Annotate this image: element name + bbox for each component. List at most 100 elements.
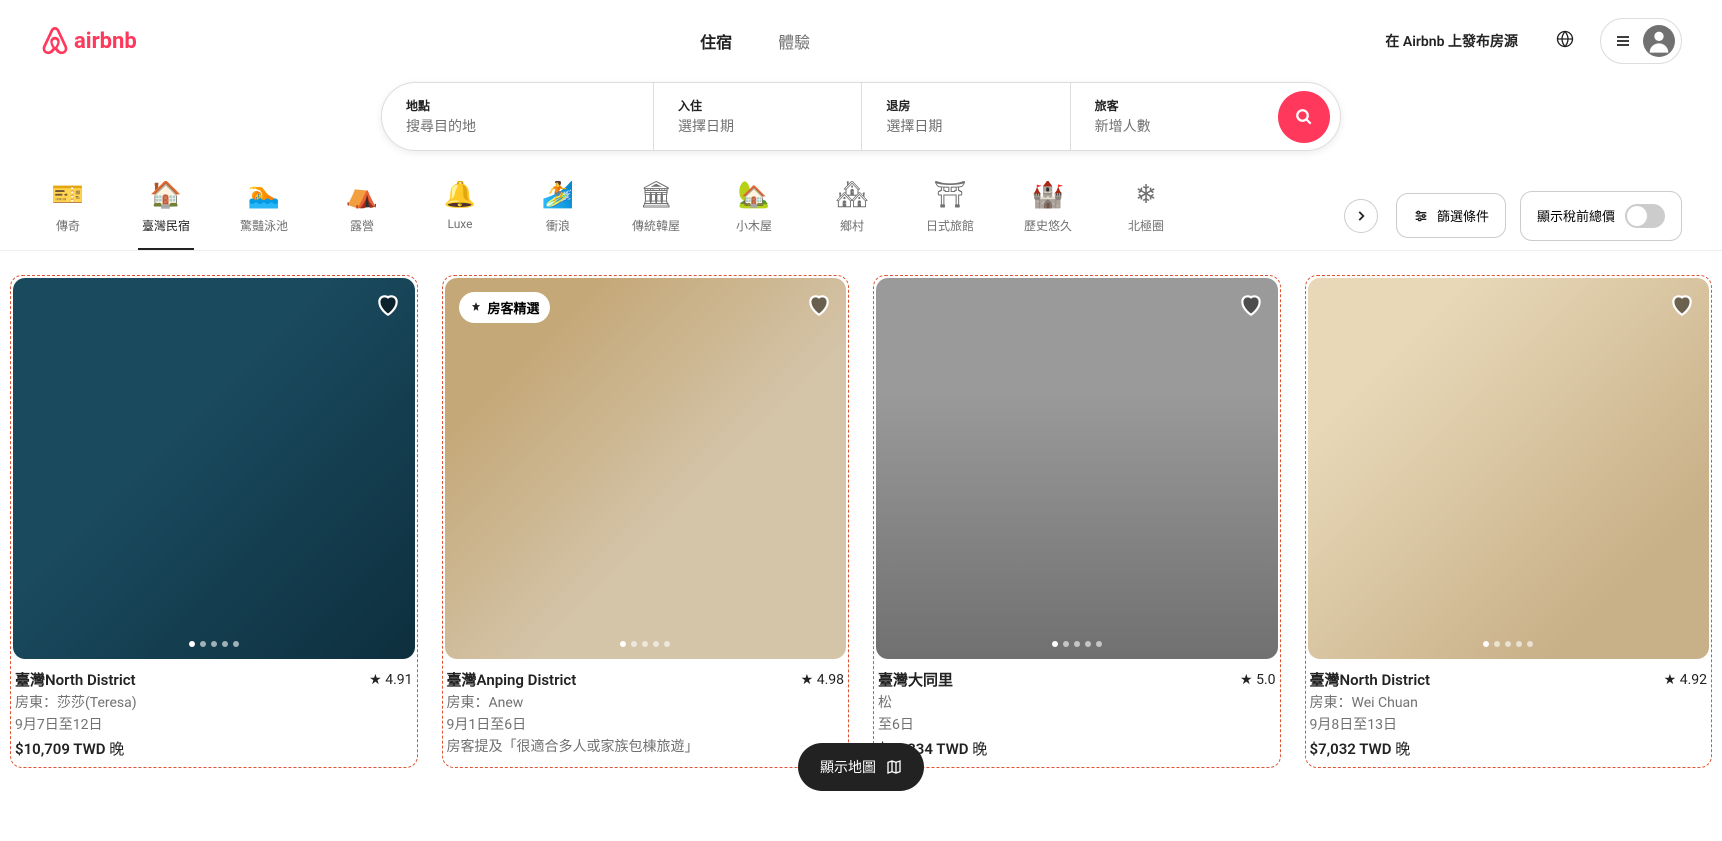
heart-icon <box>1238 292 1264 318</box>
listing-host: 房東：Wei Chuan <box>1310 692 1708 712</box>
user-icon <box>1645 27 1673 55</box>
tax-toggle[interactable]: 顯示稅前總價 <box>1520 191 1682 241</box>
category-icon: 🏄 <box>542 181 574 209</box>
nav-stays[interactable]: 住宿 <box>690 19 742 63</box>
listings-grid: 臺灣North District ★ 4.91 房東：莎莎(Teresa)9月7… <box>0 251 1722 792</box>
listing-image[interactable]: 房客精選 <box>445 278 847 659</box>
listing-price: $7,032 TWD 晚 <box>1310 738 1708 759</box>
category-item[interactable]: 🔔Luxe <box>432 181 488 247</box>
favorite-button[interactable] <box>1238 292 1264 322</box>
map-button-label: 顯示地圖 <box>820 757 876 777</box>
listing-card[interactable]: 房客精選 臺灣Anping District ★ 4.98 房東：Anew9月1… <box>442 275 850 768</box>
listing-host: 房東：莎莎(Teresa) <box>15 692 413 712</box>
listing-image[interactable] <box>13 278 415 659</box>
listing-title: 臺灣North District <box>15 669 136 690</box>
favorite-button[interactable] <box>375 292 401 322</box>
listing-dates: 9月8日至13日 <box>1310 714 1708 734</box>
category-item[interactable]: 🏡 小木屋 <box>726 181 782 250</box>
listing-card[interactable]: 臺灣North District ★ 4.92 房東：Wei Chuan9月8日… <box>1305 275 1713 768</box>
checkout-placeholder: 選擇日期 <box>886 116 1045 136</box>
category-item[interactable]: ⛩ 日式旅館 <box>922 181 978 250</box>
listing-body: 臺灣大同里 ★ 5.0 松至6日 $10,334 TWD 晚 <box>876 659 1278 765</box>
tax-toggle-label: 顯示稅前總價 <box>1537 206 1615 225</box>
listing-title: 臺灣North District <box>1310 669 1431 690</box>
user-menu[interactable] <box>1600 18 1682 64</box>
favorite-button[interactable] <box>1669 292 1695 322</box>
heart-icon <box>1669 292 1695 318</box>
listing-title: 臺灣大同里 <box>878 669 953 690</box>
category-icon: 🏛 <box>639 181 672 209</box>
favorite-button[interactable] <box>806 292 832 322</box>
search-bar: 地點 搜尋目的地 入住 選擇日期 退房 選擇日期 旅客 新增人數 <box>381 82 1341 151</box>
logo[interactable]: airbnb <box>40 25 137 57</box>
checkin-label: 入住 <box>678 97 837 114</box>
nav-experiences[interactable]: 體驗 <box>768 19 820 63</box>
category-icon: ⛺ <box>346 181 378 209</box>
category-icon: 🏘 <box>835 181 868 209</box>
filters-button[interactable]: 篩選條件 <box>1396 193 1506 238</box>
category-item[interactable]: 🎫傳奇 <box>40 181 96 250</box>
who-label: 旅客 <box>1095 97 1254 114</box>
listing-note: 房客提及「很適合多人或家族包棟旅遊」 <box>447 736 845 756</box>
category-item[interactable]: ⛺ 露營 <box>334 181 390 250</box>
listing-host: 松 <box>878 692 1276 712</box>
category-label: 驚豔泳池 <box>240 217 288 234</box>
category-item[interactable]: 🏘鄉村 <box>824 181 880 250</box>
category-label: 露營 <box>350 217 374 234</box>
image-dots <box>189 641 239 647</box>
category-item[interactable]: 🏠臺灣民宿 <box>138 181 194 250</box>
chevron-right-icon <box>1354 209 1368 223</box>
hamburger-icon <box>1615 33 1631 49</box>
category-item[interactable]: 🏊 驚豔泳池 <box>236 181 292 250</box>
category-icon: ⛩ <box>933 181 966 209</box>
language-button[interactable] <box>1544 22 1586 60</box>
category-label: 小木屋 <box>736 217 772 234</box>
search-checkin[interactable]: 入住 選擇日期 <box>653 83 861 150</box>
category-icon: 🔔 <box>444 181 476 209</box>
checkin-placeholder: 選擇日期 <box>678 116 837 136</box>
listing-rating: ★ 5.0 <box>1240 672 1275 688</box>
checkout-label: 退房 <box>886 97 1045 114</box>
map-icon <box>886 759 902 775</box>
category-label: 傳奇 <box>56 217 80 234</box>
listing-image[interactable] <box>1308 278 1710 659</box>
listing-dates: 9月7日至12日 <box>15 714 413 734</box>
search-icon <box>1295 108 1313 126</box>
heart-icon <box>375 292 401 318</box>
search-checkout[interactable]: 退房 選擇日期 <box>861 83 1069 150</box>
category-icon: 🏊 <box>248 181 280 209</box>
listing-rating: ★ 4.98 <box>801 672 844 688</box>
search-who[interactable]: 旅客 新增人數 <box>1070 83 1278 150</box>
who-placeholder: 新增人數 <box>1095 116 1254 136</box>
category-label: 歷史悠久 <box>1024 217 1072 234</box>
category-icon: 🏡 <box>738 181 770 209</box>
listing-card[interactable]: 臺灣大同里 ★ 5.0 松至6日 $10,334 TWD 晚 <box>873 275 1281 768</box>
filters-label: 篩選條件 <box>1437 206 1489 225</box>
badge-icon <box>469 301 483 315</box>
listing-rating: ★ 4.92 <box>1664 672 1707 688</box>
listing-image[interactable] <box>876 278 1278 659</box>
category-item[interactable]: 🏰歷史悠久 <box>1020 181 1076 250</box>
category-item[interactable]: 🏄衝浪 <box>530 181 586 250</box>
avatar <box>1643 25 1675 57</box>
image-dots <box>1483 641 1533 647</box>
search-button[interactable] <box>1278 91 1330 143</box>
show-map-button[interactable]: 顯示地圖 <box>798 743 924 791</box>
search-where[interactable]: 地點 搜尋目的地 <box>382 83 653 150</box>
where-label: 地點 <box>406 97 629 114</box>
category-item[interactable]: 🏛傳統韓屋 <box>628 181 684 250</box>
category-label: 日式旅館 <box>926 217 974 234</box>
header: airbnb 住宿 體驗 在 Airbnb 上發布房源 <box>0 0 1722 82</box>
listing-card[interactable]: 臺灣North District ★ 4.91 房東：莎莎(Teresa)9月7… <box>10 275 418 768</box>
header-nav: 住宿 體驗 <box>690 19 820 63</box>
host-link[interactable]: 在 Airbnb 上發布房源 <box>1373 23 1530 59</box>
categories-next[interactable] <box>1344 199 1378 233</box>
listing-title: 臺灣Anping District <box>447 669 577 690</box>
listing-body: 臺灣North District ★ 4.92 房東：Wei Chuan9月8日… <box>1308 659 1710 765</box>
toggle-switch[interactable] <box>1625 204 1665 228</box>
listing-badge: 房客精選 <box>459 292 550 323</box>
globe-icon <box>1556 30 1574 48</box>
filter-row: 🎫傳奇 🏠臺灣民宿 🏊 驚豔泳池 ⛺ 露營 🔔Luxe 🏄衝浪 🏛傳統韓屋 🏡 小木屋 🏘鄉村 ⛩ 日式旅… <box>0 181 1722 251</box>
header-right: 在 Airbnb 上發布房源 <box>1373 18 1682 64</box>
category-item[interactable]: ❄北極圈 <box>1118 181 1174 250</box>
